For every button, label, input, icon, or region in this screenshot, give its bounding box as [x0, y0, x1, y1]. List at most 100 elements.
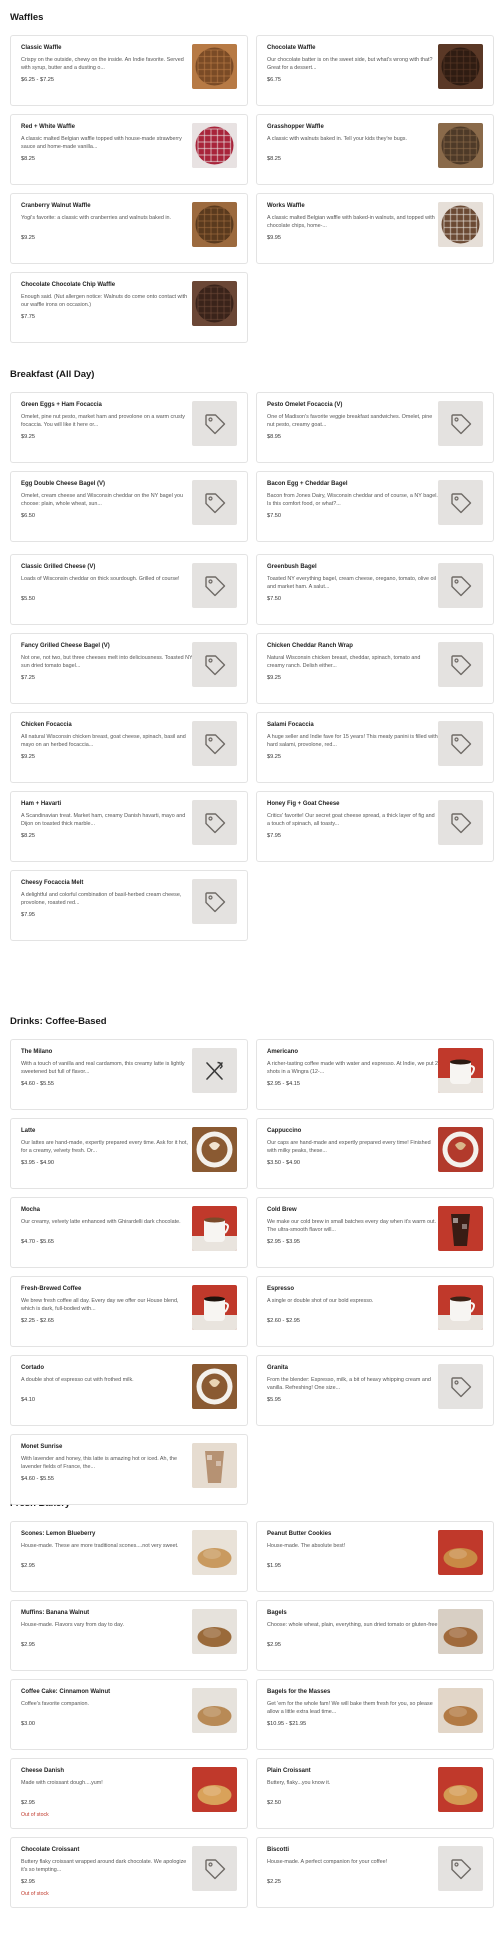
item-name: Monet Sunrise — [21, 1444, 63, 1450]
item-price: $9.25 — [21, 235, 35, 241]
item-price: $6.25 - $7.25 — [21, 77, 54, 83]
menu-item-card[interactable]: Chicken Cheddar Ranch Wrap Natural Wiscon… — [256, 633, 494, 704]
item-thumbnail — [438, 800, 483, 845]
menu-item-card[interactable]: Greenbush Bagel Toasted NY everything bag… — [256, 554, 494, 625]
item-price: $2.95 — [267, 1642, 281, 1648]
menu-item-card[interactable]: Fancy Grilled Cheese Bagel (V) Not one, n… — [10, 633, 248, 704]
menu-item-card[interactable]: Bagels for the Masses Get 'em for the who… — [256, 1679, 494, 1750]
menu-item-card[interactable]: Muffins: Banana Walnut House-made. Flavor… — [10, 1600, 248, 1671]
tag-icon — [450, 413, 471, 434]
item-description: Coffee's favorite companion. — [21, 1701, 90, 1707]
item-thumbnail — [192, 1688, 237, 1733]
item-name: Cheesy Focaccia Melt — [21, 880, 84, 886]
menu-item-card[interactable]: Chocolate Waffle Our chocolate batter is … — [256, 35, 494, 106]
menu-section: Fresh BakeryScones: Lemon BlueberryHouse… — [10, 1498, 494, 1908]
menu-item-card[interactable]: Biscotti House-made. A perfect companion … — [256, 1837, 494, 1908]
menu-item-card[interactable]: Bacon Egg + Cheddar Bagel Bacon from Jone… — [256, 471, 494, 542]
item-description: One of Madison's favorite veggie breakfa… — [267, 414, 433, 428]
item-thumbnail — [438, 642, 483, 687]
menu-section: Lunch (All Day)Classic Grilled Cheese (V… — [10, 531, 494, 941]
item-price: $2.25 — [267, 1879, 281, 1885]
waffle-photo — [192, 281, 237, 326]
menu-item-card[interactable]: Chocolate Chocolate Chip Waffle Enough sa… — [10, 272, 248, 343]
menu-item-card[interactable]: Bagels Choose: whole wheat, plain, everyt… — [256, 1600, 494, 1671]
item-description: A richer-tasting coffee made with water … — [267, 1061, 438, 1075]
item-price: $7.50 — [267, 513, 281, 519]
menu-item-card[interactable]: Plain Croissant Buttery, flaky...you know… — [256, 1758, 494, 1829]
item-grid: Scones: Lemon Blueberry House-made. These… — [10, 1521, 494, 1908]
item-description: Yogi's favorite: a classic with cranberr… — [21, 215, 172, 221]
menu-item-card[interactable]: Latte Our lattes are hand-made, expertly … — [10, 1118, 248, 1189]
cup-photo — [192, 1285, 237, 1330]
item-thumbnail — [438, 1127, 483, 1172]
item-price: $5.95 — [267, 1397, 281, 1403]
menu-item-card[interactable]: Cappuccino Our caps are hand-made and exp… — [256, 1118, 494, 1189]
item-name: Granita — [267, 1365, 289, 1371]
menu-item-card[interactable]: Cortado A double shot of espresso cut wit… — [10, 1355, 248, 1426]
iced-photo — [438, 1206, 483, 1251]
item-thumbnail — [192, 1846, 237, 1891]
menu-item-card[interactable]: Pesto Omelet Focaccia (V) One of Madison'… — [256, 392, 494, 463]
item-thumbnail — [438, 123, 483, 168]
menu-item-card[interactable]: Green Eggs + Ham Focaccia Omelet, pine nu… — [10, 392, 248, 463]
cup-photo — [192, 1206, 237, 1251]
menu-item-card[interactable]: Peanut Butter Cookies House-made. The abs… — [256, 1521, 494, 1592]
item-thumbnail — [192, 1206, 237, 1251]
menu-item-card[interactable]: Espresso A single or double shot of our b… — [256, 1276, 494, 1347]
item-thumbnail — [192, 563, 237, 608]
item-description: Get 'em for the whole fam! We will bake … — [267, 1701, 433, 1715]
tag-icon — [450, 733, 471, 754]
menu-item-card[interactable]: Cheese Danish Made with croissant dough..… — [10, 1758, 248, 1829]
menu-item-card[interactable]: Mocha Our creamy, velvety latte enhanced … — [10, 1197, 248, 1268]
item-description: We make our cold brew in small batches e… — [267, 1219, 437, 1233]
menu-item-card[interactable]: Cranberry Walnut Waffle Yogi's favorite: … — [10, 193, 248, 264]
menu-item-card[interactable]: Salami Focaccia A huge seller and Indie f… — [256, 712, 494, 783]
item-grid: The Milano With a touch of vanilla and re… — [10, 1039, 494, 1505]
menu-item-card[interactable]: Coffee Cake: Cinnamon Walnut Coffee's fav… — [10, 1679, 248, 1750]
tag-icon — [450, 1376, 471, 1397]
item-price: $10.95 - $21.95 — [267, 1721, 307, 1727]
item-name: Fancy Grilled Cheese Bagel (V) — [21, 643, 110, 649]
item-name: Bagels — [267, 1610, 287, 1616]
pastry-photo — [192, 1767, 237, 1812]
tag-icon — [204, 413, 225, 434]
menu-item-card[interactable]: Scones: Lemon Blueberry House-made. These… — [10, 1521, 248, 1592]
item-thumbnail — [192, 401, 237, 446]
waffle-photo — [438, 123, 483, 168]
menu-item-card[interactable]: Americano A richer-tasting coffee made wi… — [256, 1039, 494, 1110]
menu-item-card[interactable]: Classic Waffle Crispy on the outside, che… — [10, 35, 248, 106]
waffle-photo — [192, 202, 237, 247]
menu-item-card[interactable]: Classic Grilled Cheese (V) Loads of Wisco… — [10, 554, 248, 625]
item-price: $7.95 — [21, 912, 35, 918]
item-thumbnail — [438, 1609, 483, 1654]
menu-item-card[interactable]: Cold Brew We make our cold brew in small … — [256, 1197, 494, 1268]
item-price: $8.25 — [21, 156, 35, 162]
menu-item-card[interactable]: Granita From the blender: Espresso, milk,… — [256, 1355, 494, 1426]
menu-item-card[interactable]: Red + White Waffle A classic malted Belgi… — [10, 114, 248, 185]
item-thumbnail — [438, 721, 483, 766]
menu-item-card[interactable]: Monet Sunrise With lavender and honey, th… — [10, 1434, 248, 1505]
item-price: $4.10 — [21, 1397, 35, 1403]
item-thumbnail — [192, 1048, 237, 1093]
item-name: Pesto Omelet Focaccia (V) — [267, 402, 343, 408]
item-price: $8.25 — [21, 833, 35, 839]
item-name: Chocolate Waffle — [267, 45, 316, 51]
menu-item-card[interactable]: Cheesy Focaccia Melt A delightful and col… — [10, 870, 248, 941]
item-grid: Classic Waffle Crispy on the outside, che… — [10, 35, 494, 343]
item-thumbnail — [438, 202, 483, 247]
item-price: $8.95 — [267, 434, 281, 440]
cup-top-photo — [192, 1127, 237, 1172]
menu-item-card[interactable]: Grasshopper Waffle A classic with walnuts… — [256, 114, 494, 185]
menu-item-card[interactable]: The Milano With a touch of vanilla and re… — [10, 1039, 248, 1110]
item-description: House-made. The absolute best! — [267, 1543, 346, 1549]
item-description: House-made. Flavors vary from day to day… — [21, 1622, 124, 1628]
item-price: $2.95 — [21, 1642, 35, 1648]
menu-item-card[interactable]: Fresh-Brewed Coffee We brew fresh coffee … — [10, 1276, 248, 1347]
menu-item-card[interactable]: Chicken Focaccia All natural Wisconsin ch… — [10, 712, 248, 783]
menu-item-card[interactable]: Works Waffle A classic malted Belgian waf… — [256, 193, 494, 264]
menu-item-card[interactable]: Egg Double Cheese Bagel (V) Omelet, cream… — [10, 471, 248, 542]
menu-item-card[interactable]: Ham + Havarti A Scandinavian treat. Marke… — [10, 791, 248, 862]
menu-item-card[interactable]: Honey Fig + Goat Cheese Critics' favorite… — [256, 791, 494, 862]
menu-item-card[interactable]: Chocolate Croissant Buttery flaky croissa… — [10, 1837, 248, 1908]
tag-icon — [450, 812, 471, 833]
